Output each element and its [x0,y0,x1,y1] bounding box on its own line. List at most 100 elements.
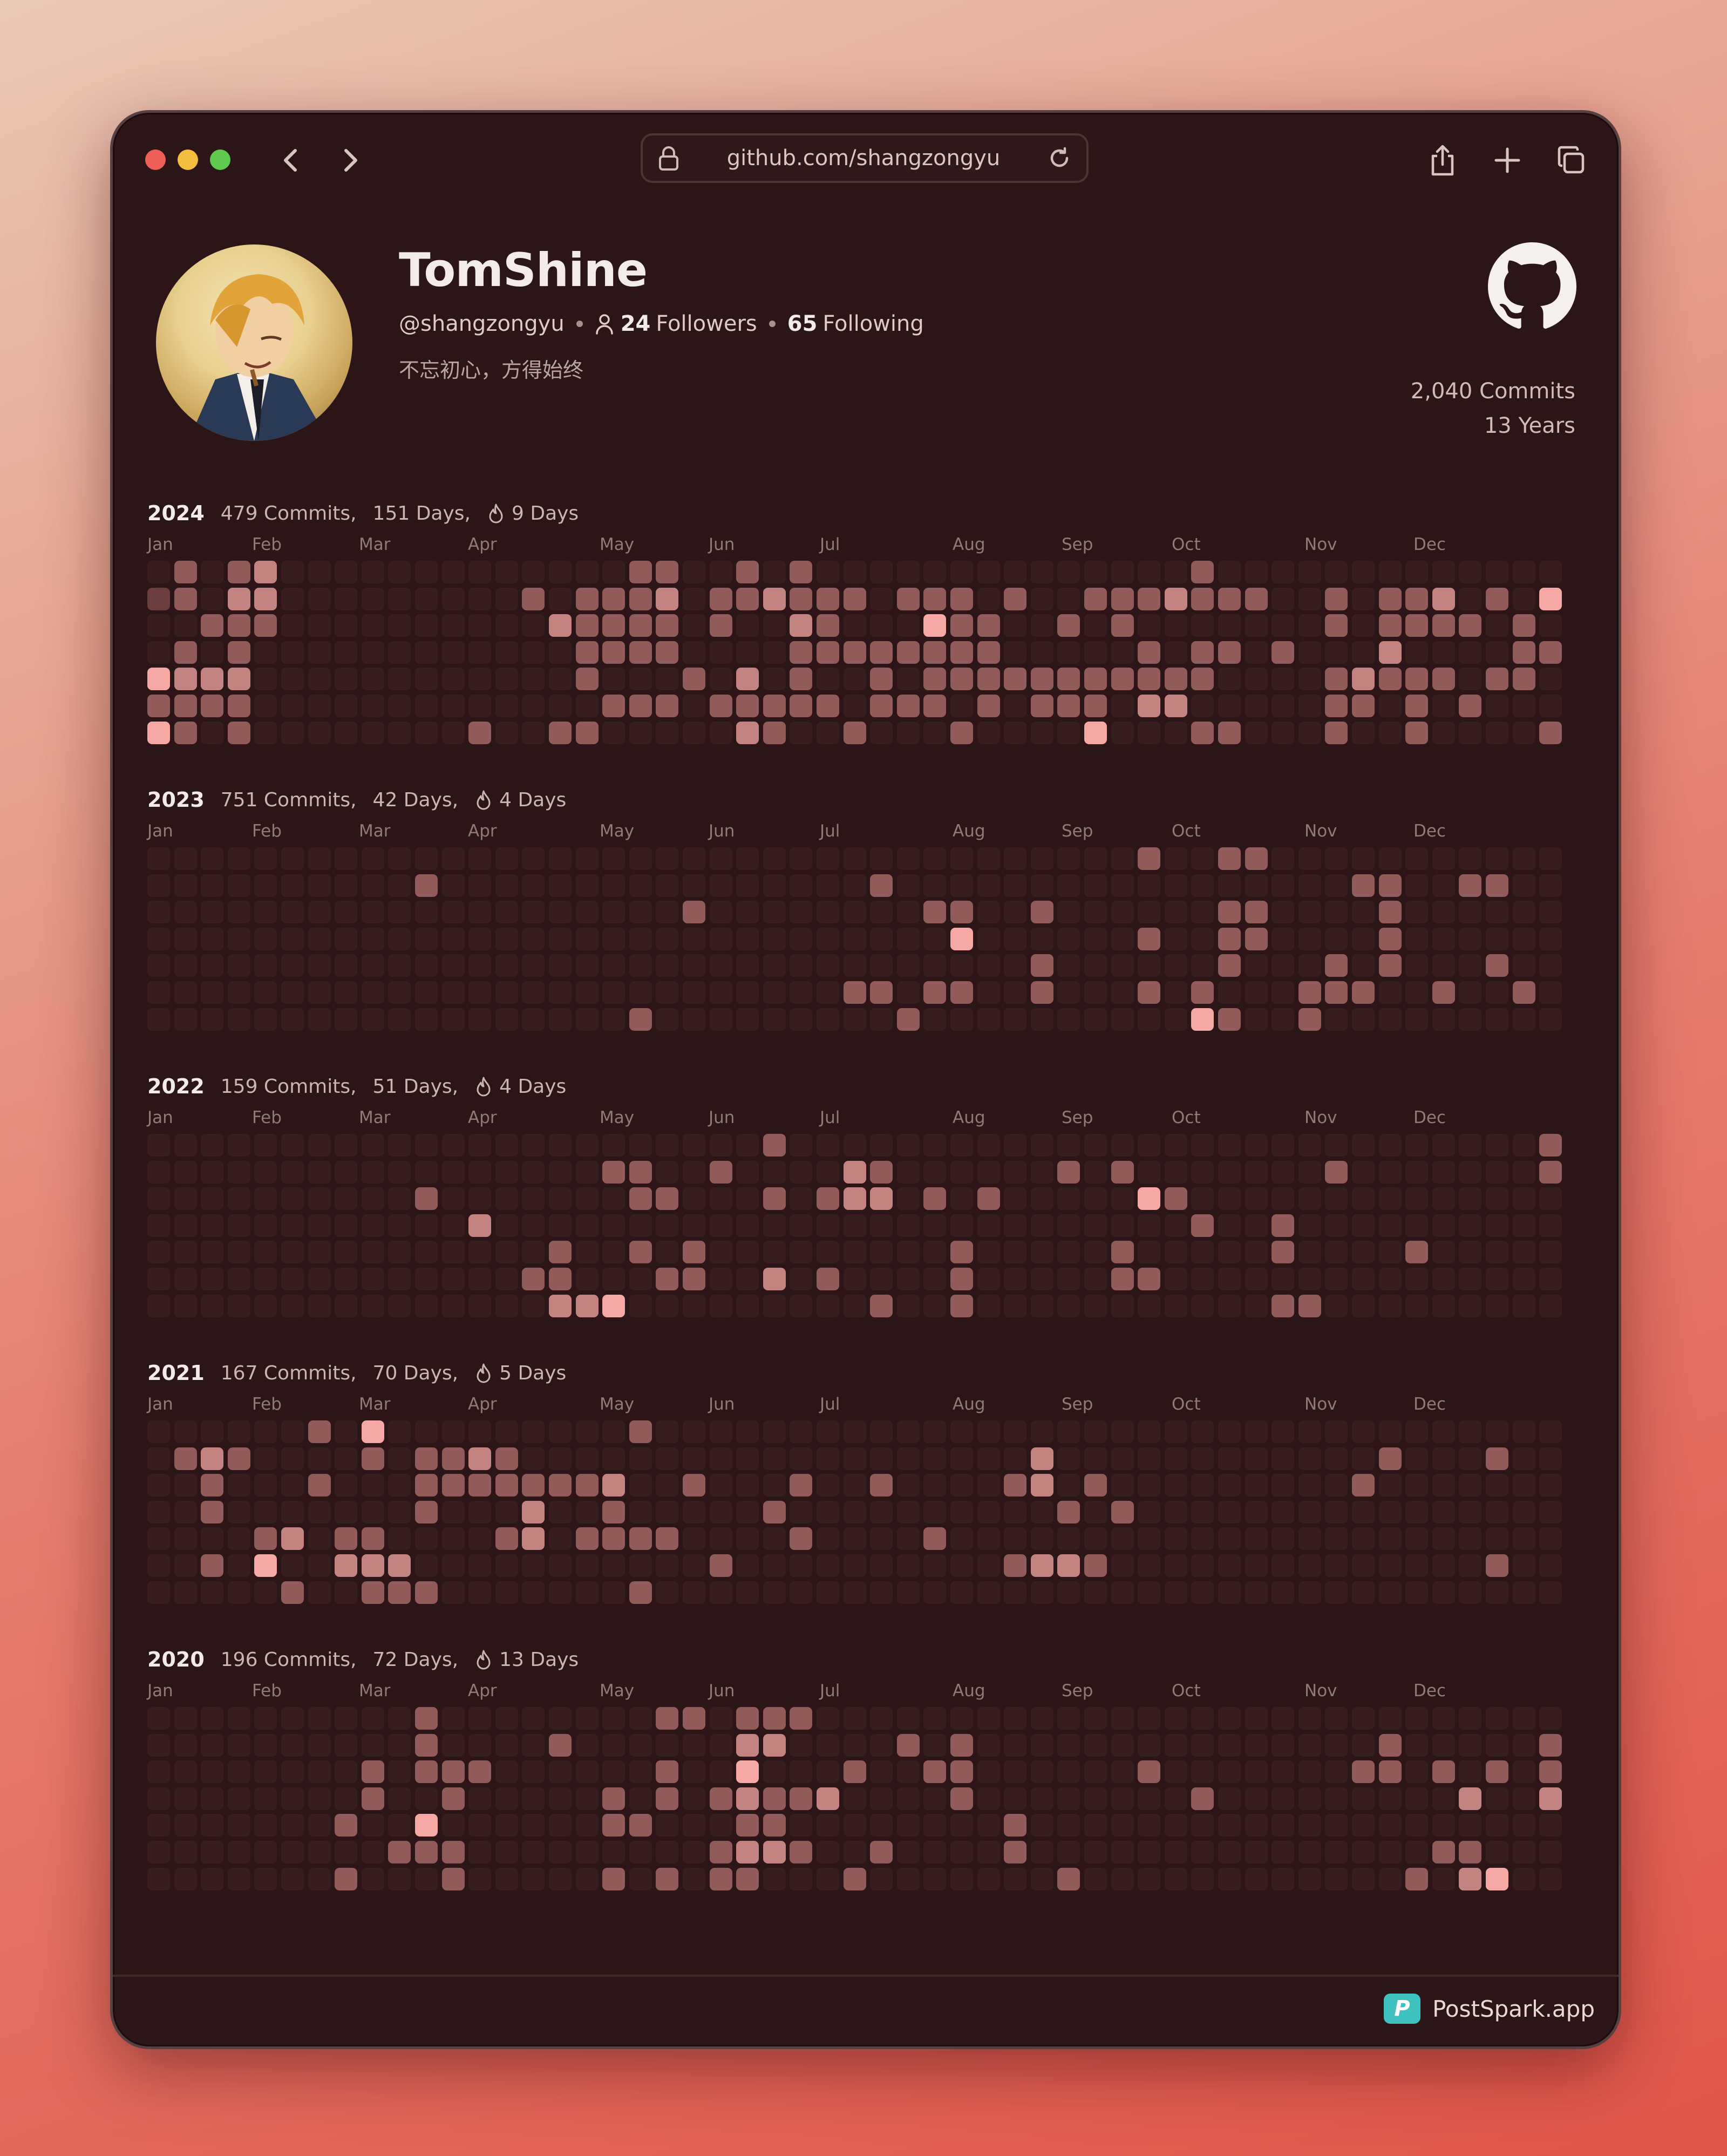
contribution-day-cell[interactable] [228,1868,250,1890]
contribution-day-cell[interactable] [254,1841,277,1863]
contribution-day-cell[interactable] [656,1474,678,1497]
contribution-day-cell[interactable] [1352,1420,1375,1443]
contribution-day-cell[interactable] [1111,1707,1134,1730]
contribution-day-cell[interactable] [1057,1241,1080,1263]
contribution-day-cell[interactable] [1218,1707,1241,1730]
contribution-day-cell[interactable] [1191,847,1214,870]
contribution-day-cell[interactable] [629,588,652,610]
contribution-day-cell[interactable] [683,1841,705,1863]
contribution-day-cell[interactable] [1459,1581,1481,1604]
contribution-day-cell[interactable] [388,981,411,1004]
contribution-day-cell[interactable] [602,847,625,870]
contribution-day-cell[interactable] [1298,641,1321,664]
contribution-day-cell[interactable] [923,1241,946,1263]
contribution-day-cell[interactable] [763,1008,786,1031]
contribution-day-cell[interactable] [549,1214,572,1237]
contribution-day-cell[interactable] [844,641,866,664]
contribution-day-cell[interactable] [1352,668,1375,690]
contribution-day-cell[interactable] [629,1447,652,1470]
contribution-day-cell[interactable] [468,874,491,897]
contribution-day-cell[interactable] [1539,1707,1562,1730]
contribution-day-cell[interactable] [897,874,920,897]
contribution-day-cell[interactable] [1084,1527,1107,1550]
contribution-day-cell[interactable] [147,668,170,690]
contribution-day-cell[interactable] [1245,901,1268,923]
contribution-day-cell[interactable] [1191,1554,1214,1577]
contribution-day-cell[interactable] [254,1868,277,1890]
contribution-day-cell[interactable] [388,588,411,610]
contribution-day-cell[interactable] [790,1134,812,1157]
contribution-day-cell[interactable] [1325,1707,1348,1730]
contribution-day-cell[interactable] [1352,847,1375,870]
contribution-day-cell[interactable] [1513,928,1535,950]
contribution-day-cell[interactable] [415,1814,438,1837]
contribution-day-cell[interactable] [683,1501,705,1524]
contribution-day-cell[interactable] [388,695,411,717]
contribution-day-cell[interactable] [495,847,518,870]
contribution-day-cell[interactable] [977,1527,1000,1550]
contribution-day-cell[interactable] [388,1707,411,1730]
contribution-day-cell[interactable] [254,847,277,870]
contribution-day-cell[interactable] [790,1474,812,1497]
contribution-day-cell[interactable] [710,1554,732,1577]
contribution-day-cell[interactable] [576,1161,599,1184]
contribution-day-cell[interactable] [602,1008,625,1031]
postspark-brand[interactable]: P PostSpark.app [1384,1994,1595,2024]
contribution-day-cell[interactable] [1379,588,1402,610]
contribution-day-cell[interactable] [1486,1814,1508,1837]
contribution-day-cell[interactable] [1379,1187,1402,1210]
contribution-day-cell[interactable] [1459,1161,1481,1184]
contribution-day-cell[interactable] [362,695,384,717]
contribution-day-cell[interactable] [362,1760,384,1783]
contribution-day-cell[interactable] [308,561,331,583]
contribution-day-cell[interactable] [1138,1760,1160,1783]
contribution-day-cell[interactable] [1325,954,1348,977]
contribution-day-cell[interactable] [495,668,518,690]
contribution-day-cell[interactable] [629,1841,652,1863]
contribution-day-cell[interactable] [308,1420,331,1443]
contribution-day-cell[interactable] [281,1268,304,1290]
contribution-day-cell[interactable] [1325,1760,1348,1783]
contribution-day-cell[interactable] [1138,1295,1160,1317]
contribution-day-cell[interactable] [1432,695,1455,717]
contribution-day-cell[interactable] [1405,1268,1428,1290]
contribution-day-cell[interactable] [1486,1841,1508,1863]
contribution-day-cell[interactable] [201,1760,223,1783]
contribution-day-cell[interactable] [442,614,465,637]
contribution-day-cell[interactable] [817,1241,839,1263]
contribution-day-cell[interactable] [442,1295,465,1317]
contribution-day-cell[interactable] [281,928,304,950]
contribution-day-cell[interactable] [228,1734,250,1757]
contribution-day-cell[interactable] [1325,1295,1348,1317]
contribution-day-cell[interactable] [1486,874,1508,897]
contribution-day-cell[interactable] [1539,668,1562,690]
contribution-day-cell[interactable] [1165,1787,1187,1810]
contribution-day-cell[interactable] [950,928,973,950]
contribution-day-cell[interactable] [1111,1734,1134,1757]
contribution-day-cell[interactable] [442,668,465,690]
contribution-day-cell[interactable] [228,1527,250,1550]
contribution-day-cell[interactable] [442,1474,465,1497]
contribution-day-cell[interactable] [817,1474,839,1497]
contribution-day-cell[interactable] [736,1707,759,1730]
contribution-day-cell[interactable] [1218,1295,1241,1317]
contribution-day-cell[interactable] [1191,1501,1214,1524]
contribution-day-cell[interactable] [1084,1841,1107,1863]
contribution-day-cell[interactable] [147,1554,170,1577]
contribution-day-cell[interactable] [602,1554,625,1577]
contribution-day-cell[interactable] [281,1008,304,1031]
contribution-day-cell[interactable] [1486,954,1508,977]
contribution-day-cell[interactable] [656,561,678,583]
contribution-day-cell[interactable] [1325,561,1348,583]
contribution-day-cell[interactable] [1138,1554,1160,1577]
contribution-day-cell[interactable] [656,1734,678,1757]
contribution-day-cell[interactable] [1057,901,1080,923]
contribution-day-cell[interactable] [844,874,866,897]
contribution-day-cell[interactable] [549,614,572,637]
contribution-day-cell[interactable] [442,1161,465,1184]
contribution-day-cell[interactable] [1245,954,1268,977]
contribution-day-cell[interactable] [950,1581,973,1604]
contribution-day-cell[interactable] [817,901,839,923]
contribution-day-cell[interactable] [362,1161,384,1184]
contribution-day-cell[interactable] [950,1868,973,1890]
